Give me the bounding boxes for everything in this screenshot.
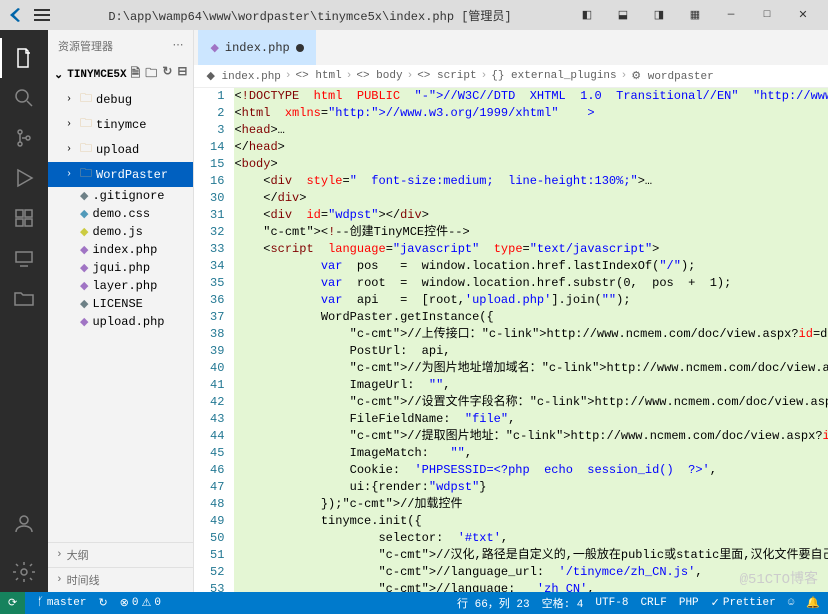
tab-bar: ◆ index.php ⧉ ◫ ⋯ [194,30,828,65]
source-control-icon[interactable] [0,118,48,158]
breadcrumb-item[interactable]: ⚙ wordpaster [631,69,713,83]
project-header[interactable]: ⌄ TINYMCE5X 🗎 🗀 ↻ ⊟ [48,62,193,87]
project-name: TINYMCE5X [67,69,126,81]
folder-icon: 🗀 [80,139,92,160]
sidebar: 资源管理器 ⋯ ⌄ TINYMCE5X 🗎 🗀 ↻ ⊟ ›🗀debug›🗀tin… [48,30,194,592]
tab-label: index.php [225,41,290,55]
tree-item--gitignore[interactable]: ◆ .gitignore [48,187,193,205]
refresh-icon[interactable]: ↻ [162,64,172,85]
tree-item-tinymce[interactable]: ›🗀tinymce [48,112,193,137]
new-file-icon[interactable]: 🗎 [131,64,141,85]
sidebar-title: 资源管理器 [58,38,113,54]
settings-icon[interactable] [0,552,48,592]
tree-item-label: upload [96,143,139,157]
layout-right-icon[interactable]: ◨ [642,2,676,28]
folders-icon[interactable] [0,278,48,318]
tree-item-LICENSE[interactable]: ◆ LICENSE [48,295,193,313]
file-icon: ◆ [80,243,88,257]
line-gutter: 1231415163031323334353637383940414243444… [194,88,234,592]
tree-item-label: debug [96,93,132,107]
tree-item-upload[interactable]: ›🗀upload [48,137,193,162]
breadcrumb-item[interactable]: ◆ index.php [206,69,280,83]
tree-item-label: index.php [92,243,157,257]
tree-item-label: jqui.php [92,261,150,275]
modified-dot-icon [296,44,304,52]
file-tree: ›🗀debug›🗀tinymce›🗀upload›🗀WordPaster◆.gi… [48,87,193,542]
window-title: D:\app\wamp64\www\wordpaster\tinymce5x\i… [50,7,570,24]
watermark: @51CTO博客 [740,568,818,588]
account-icon[interactable] [0,504,48,544]
sidebar-more-icon[interactable]: ⋯ [172,38,183,54]
tree-item-label: WordPaster [96,168,168,182]
breadcrumb-item[interactable]: {} external_plugins [491,70,616,82]
tree-item-label: layer.php [92,279,157,293]
tree-item-demo-js[interactable]: ◆ demo.js [48,223,193,241]
timeline-section[interactable]: ›时间线 [48,567,193,592]
layout-bottom-icon[interactable]: ⬓ [606,2,640,28]
folder-icon: 🗀 [80,114,92,135]
tree-item-label: demo.js [92,225,142,239]
git-branch[interactable]: ᚶ master [37,597,86,609]
close-button[interactable]: ✕ [786,2,820,28]
tree-item-label: demo.css [92,207,150,221]
notifications-icon[interactable]: 🔔 [806,596,820,610]
prettier-status[interactable]: ✓ Prettier [711,596,776,610]
tree-item-label: .gitignore [92,189,164,203]
remote-indicator[interactable]: ⟳ [0,592,25,614]
tree-item-label: tinymce [96,118,146,132]
code-area[interactable]: 1231415163031323334353637383940414243444… [194,88,828,592]
breadcrumb[interactable]: ◆ index.php›<> html›<> body›<> script›{}… [194,65,828,88]
layout-left-icon[interactable]: ◧ [570,2,604,28]
file-icon: ◆ [80,189,88,203]
tab-index-php[interactable]: ◆ index.php [198,30,315,65]
tree-item-index-php[interactable]: ◆ index.php [48,241,193,259]
tree-item-WordPaster[interactable]: ›🗀WordPaster [48,162,193,187]
language-mode[interactable]: PHP [679,597,699,609]
file-icon: ◆ [80,261,88,275]
remote-explorer-icon[interactable] [0,238,48,278]
git-sync[interactable]: ↻ [98,596,107,610]
breadcrumb-item[interactable]: <> html [296,70,342,82]
minimize-button[interactable]: — [714,2,748,28]
tree-item-debug[interactable]: ›🗀debug [48,87,193,112]
new-folder-icon[interactable]: 🗀 [145,64,157,85]
folder-icon: 🗀 [80,89,92,110]
titlebar: D:\app\wamp64\www\wordpaster\tinymce5x\i… [0,0,828,30]
cursor-position[interactable]: 行 66，列 23 [457,595,530,611]
file-icon: ◆ [80,279,88,293]
folder-icon: 🗀 [80,164,92,185]
file-icon: ◆ [80,297,88,311]
extensions-icon[interactable] [0,198,48,238]
run-debug-icon[interactable] [0,158,48,198]
indentation[interactable]: 空格: 4 [542,595,584,611]
breadcrumb-item[interactable]: <> body [356,70,402,82]
activity-bar [0,30,48,592]
file-icon: ◆ [80,225,88,239]
layout-grid-icon[interactable]: ▦ [678,2,712,28]
encoding[interactable]: UTF-8 [595,597,628,609]
statusbar: ⟳ ᚶ master ↻ ⊗ 0 ⚠ 0 行 66，列 23 空格: 4 UTF… [0,592,828,614]
editor: ◆ index.php ⧉ ◫ ⋯ ◆ index.php›<> html›<>… [194,30,828,592]
file-icon: ◆ [80,315,88,329]
tree-item-demo-css[interactable]: ◆ demo.css [48,205,193,223]
tree-item-jqui-php[interactable]: ◆ jqui.php [48,259,193,277]
code-content[interactable]: <!DOCTYPE html PUBLIC "-">//W3C//DTD XHT… [234,88,828,592]
outline-section[interactable]: ›大纲 [48,542,193,567]
maximize-button[interactable]: □ [750,2,784,28]
breadcrumb-item[interactable]: <> script [417,70,476,82]
vscode-logo-icon [8,7,24,23]
explorer-icon[interactable] [0,38,48,78]
tree-item-layer-php[interactable]: ◆ layer.php [48,277,193,295]
file-icon: ◆ [80,207,88,221]
tree-item-label: upload.php [92,315,164,329]
php-icon: ◆ [210,41,218,55]
menu-icon[interactable] [34,14,50,16]
problems[interactable]: ⊗ 0 ⚠ 0 [120,596,161,610]
eol[interactable]: CRLF [640,597,666,609]
search-icon[interactable] [0,78,48,118]
tree-item-label: LICENSE [92,297,142,311]
collapse-icon[interactable]: ⊟ [177,64,187,85]
tree-item-upload-php[interactable]: ◆ upload.php [48,313,193,331]
feedback-icon[interactable]: ☺ [788,597,795,609]
